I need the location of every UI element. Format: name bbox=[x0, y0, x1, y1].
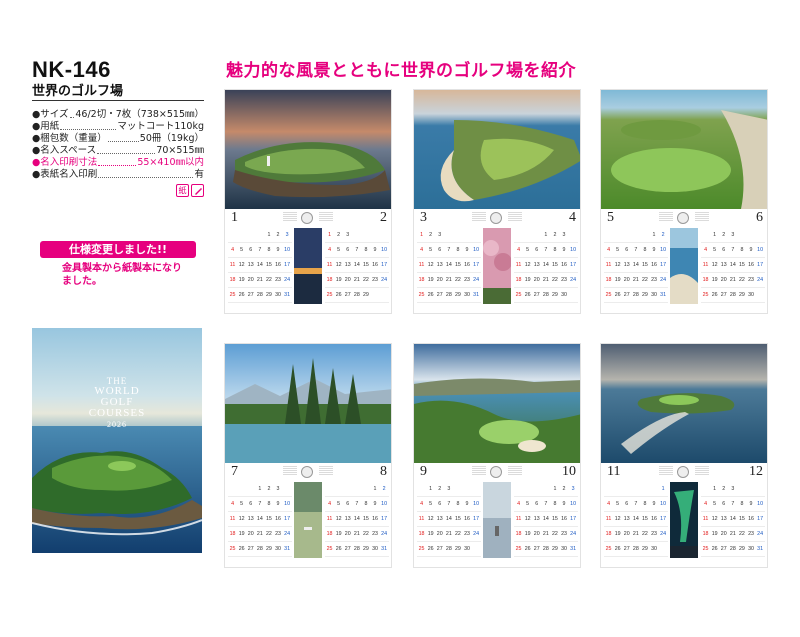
mid-photo bbox=[670, 228, 698, 304]
month-right: 8 bbox=[380, 464, 387, 479]
cover-year: 2026 bbox=[107, 420, 127, 429]
spec-change-note: 金具製本から紙製本になりました。 bbox=[62, 263, 182, 287]
mini-calendar bbox=[472, 212, 486, 222]
month-left: 3 bbox=[420, 210, 427, 225]
calendar-sheet: 5 6 12 4 5 6 7 8 9 10 11 12 13 14 15 16 17 18 19 20 21 2… bbox=[600, 89, 768, 314]
month-grid-right: 123 4 5 6 7 8 9 10 11 12 13 14 15 16 17 18 19 20 21 22 23… bbox=[325, 228, 389, 303]
spec-change-banner: 仕様変更しました!! bbox=[40, 241, 196, 258]
month-grid-right: 123 4 5 6 7 8 9 10 11 12 13 14 15 16 17 18 19 20 21 22 23… bbox=[701, 482, 765, 557]
product-name: 世界のゴルフ場 bbox=[32, 84, 124, 99]
month-grid-left: 123 4 5 6 7 8 9 10 11 12 13 14 15 16 17 18 19 20 21 22 23… bbox=[417, 482, 481, 557]
month-right: 10 bbox=[562, 464, 576, 479]
emblem-icon bbox=[677, 212, 689, 224]
month-grid-right: 123 4 5 6 7 8 9 10 11 12 13 14 15 16 17 18 19 20 21 22 23… bbox=[701, 228, 765, 303]
sheet-photo bbox=[414, 344, 580, 463]
mini-calendar bbox=[319, 212, 333, 222]
emblem-icon bbox=[677, 466, 689, 478]
month-grid-left: 123 4 5 6 7 8 9 10 11 12 13 14 15 16 17 18 19 20 21 22 23… bbox=[417, 228, 481, 303]
calendar-sheet: 7 8 123 4 5 6 7 8 9 10 11 12 13 14 15 16 17 18 19 20 21… bbox=[224, 343, 392, 568]
mini-calendar bbox=[319, 466, 333, 476]
mid-photo bbox=[670, 482, 698, 558]
month-right: 12 bbox=[749, 464, 763, 479]
month-left: 1 bbox=[231, 210, 238, 225]
calendar-sheet: 1 2 123 4 5 6 7 8 9 10 11 12 13 14 15 16 17 18 19 20 21… bbox=[224, 89, 392, 314]
calendar-sheet: 3 4 123 4 5 6 7 8 9 10 11 12 13 14 15 16 17 18 19 20 21… bbox=[413, 89, 581, 314]
sheet-photo bbox=[414, 90, 580, 209]
month-grid-left: 12 4 5 6 7 8 9 10 11 12 13 14 15 16 17 18 19 20 21 22 23 2… bbox=[604, 228, 668, 303]
month-right: 4 bbox=[569, 210, 576, 225]
emblem-icon bbox=[301, 212, 313, 224]
sheet-photo bbox=[225, 344, 391, 463]
month-grid-left: 1 4 5 6 7 8 9 10 11 12 13 14 15 16 17 18 19 20 21 22 23 24… bbox=[604, 482, 668, 557]
mid-photo bbox=[294, 482, 322, 558]
sheet-photo bbox=[601, 90, 767, 209]
month-grid-right: 123 4 5 6 7 8 9 10 11 12 13 14 15 16 17 18 19 20 21 22 23… bbox=[514, 482, 578, 557]
calendar-sheet: 9 10 123 4 5 6 7 8 9 10 11 12 13 14 15 16 17 18 19 20 2… bbox=[413, 343, 581, 568]
calendar-sheet: 11 12 1 4 5 6 7 8 9 10 11 12 13 14 15 16 17 18 19 20 21… bbox=[600, 343, 768, 568]
month-grid-right: 12 4 5 6 7 8 9 10 11 12 13 14 15 16 17 18 19 20 21 22 23 2… bbox=[325, 482, 389, 557]
mid-photo bbox=[483, 228, 511, 304]
spec-print-size: ●名入印刷寸法 55×410㎜以内 bbox=[32, 157, 204, 168]
sheet-photo bbox=[601, 344, 767, 463]
calendar-grid: 9 10 123 4 5 6 7 8 9 10 11 12 13 14 15 16 17 18 19 20 2… bbox=[414, 463, 580, 567]
mini-calendar bbox=[283, 466, 297, 476]
month-left: 9 bbox=[420, 464, 427, 479]
emblem-icon bbox=[301, 466, 313, 478]
spec-paper: ●用紙 マットコート110kg bbox=[32, 121, 204, 132]
calendar-grid: 7 8 123 4 5 6 7 8 9 10 11 12 13 14 15 16 17 18 19 20 21… bbox=[225, 463, 391, 567]
spec-cover-print: ●表紙名入印刷有 bbox=[32, 169, 204, 180]
mini-calendar bbox=[508, 212, 522, 222]
calendar-grid: 11 12 1 4 5 6 7 8 9 10 11 12 13 14 15 16 17 18 19 20 21… bbox=[601, 463, 767, 567]
mini-calendar bbox=[659, 212, 673, 222]
mid-photo bbox=[483, 482, 511, 558]
mini-calendar bbox=[659, 466, 673, 476]
mid-photo bbox=[294, 228, 322, 304]
headline: 魅力的な風景とともに世界のゴルフ場を紹介 bbox=[226, 61, 576, 81]
mini-calendar bbox=[283, 212, 297, 222]
month-grid-left: 123 4 5 6 7 8 9 10 11 12 13 14 15 16 17 18 19 20 21 22 23… bbox=[228, 482, 292, 557]
badges: 紙 bbox=[176, 184, 204, 197]
paper-icon: 紙 bbox=[176, 184, 189, 197]
month-right: 2 bbox=[380, 210, 387, 225]
calendar-grid: 1 2 123 4 5 6 7 8 9 10 11 12 13 14 15 16 17 18 19 20 21… bbox=[225, 209, 391, 313]
mini-calendar bbox=[472, 466, 486, 476]
calendar-grid: 5 6 12 4 5 6 7 8 9 10 11 12 13 14 15 16 17 18 19 20 21 2… bbox=[601, 209, 767, 313]
cover-title-4: COURSES bbox=[88, 407, 146, 419]
month-right: 6 bbox=[756, 210, 763, 225]
mini-calendar bbox=[695, 466, 709, 476]
sheet-photo bbox=[225, 90, 391, 209]
month-left: 11 bbox=[607, 464, 621, 479]
calendar-grid: 3 4 123 4 5 6 7 8 9 10 11 12 13 14 15 16 17 18 19 20 21… bbox=[414, 209, 580, 313]
month-left: 7 bbox=[231, 464, 238, 479]
spec-size: ●サイズ 46/2切・7枚（738×515㎜） bbox=[32, 109, 204, 120]
month-grid-left: 123 4 5 6 7 8 9 10 11 12 13 14 15 16 17 18 19 20 21 22 23… bbox=[228, 228, 292, 303]
spec-name-space: ●名入スペース 70×515㎜ bbox=[32, 145, 204, 156]
emblem-icon bbox=[490, 466, 502, 478]
month-grid-right: 123 4 5 6 7 8 9 10 11 12 13 14 15 16 17 18 19 20 21 22 23… bbox=[514, 228, 578, 303]
month-left: 5 bbox=[607, 210, 614, 225]
mini-calendar bbox=[508, 466, 522, 476]
emblem-icon bbox=[490, 212, 502, 224]
divider bbox=[32, 100, 204, 101]
spec-packing: ●梱包数（重量） 50冊（19kg） bbox=[32, 133, 204, 144]
calendar-cover: THE WORLD GOLF COURSES 2026 bbox=[32, 328, 202, 553]
pen-icon bbox=[191, 184, 204, 197]
mini-calendar bbox=[695, 212, 709, 222]
